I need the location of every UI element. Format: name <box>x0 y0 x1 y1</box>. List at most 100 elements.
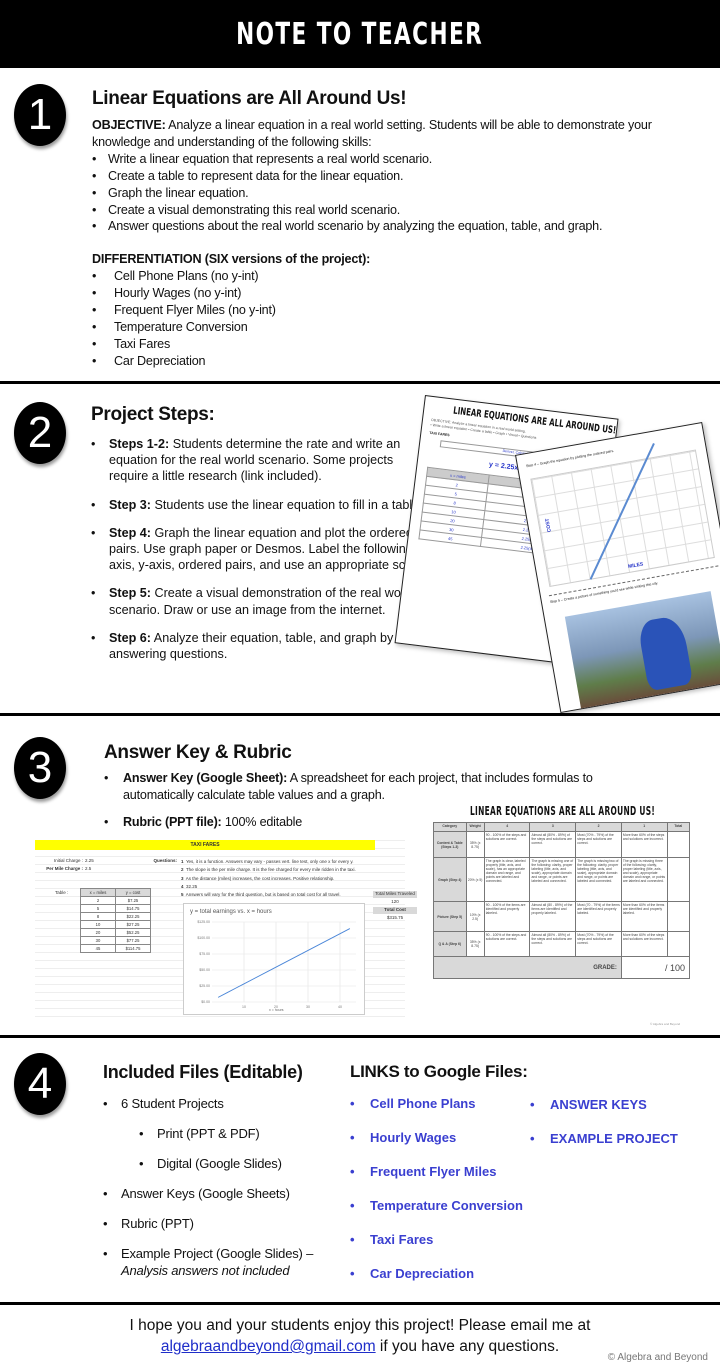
list-item: • Step 5: Create a visual demonstration o… <box>91 586 415 617</box>
table-cell: 10 <box>80 920 116 929</box>
list-item: • Cell Phone Plans (no y-int) <box>92 269 259 284</box>
link-cell-phone-plans[interactable]: • Cell Phone Plans <box>350 1096 523 1130</box>
link-hourly-wages[interactable]: • Hourly Wages <box>350 1130 523 1164</box>
footer-message: I hope you and your students enjoy this … <box>0 1315 720 1357</box>
project-preview-page2: Step 4 – Graph the equation by plotting … <box>515 422 720 714</box>
section-divider <box>0 1302 720 1305</box>
table-cell: $77.25 <box>115 936 151 945</box>
table-header: y = cost <box>115 888 151 897</box>
rubric-grade-row: GRADE: / 100 <box>433 956 691 979</box>
total-miles-label: Total Miles Traveled <box>373 891 417 898</box>
section3-title: Answer Key & Rubric <box>104 742 292 763</box>
step-text: Create a visual demonstration of the rea… <box>109 586 415 617</box>
header-banner: NOTE TO TEACHER <box>0 0 720 68</box>
list-item: • Rubric (PPT) <box>103 1216 194 1231</box>
rubric-header-row: Category Weight 4 3 2 1 Total <box>433 822 691 832</box>
section-divider <box>0 1035 720 1038</box>
link-car-depreciation[interactable]: • Car Depreciation <box>350 1266 523 1300</box>
step-label: Steps 1-2: <box>109 437 170 451</box>
objective-paragraph: OBJECTIVE: Analyze a linear equation in … <box>92 117 692 151</box>
table-cell: 2 <box>80 896 116 905</box>
section-number-badge: 3 <box>14 737 66 799</box>
footer-line2: if you have any questions. <box>375 1338 560 1355</box>
sheet-chart: y = total earnings vs. x = hours $0.00 $2… <box>183 903 365 1015</box>
list-item: • Car Depreciation <box>92 353 206 368</box>
links-title: LINKS to Google Files: <box>350 1062 528 1081</box>
step-label: Step 3: <box>109 497 151 512</box>
sheet-title: TAXI FARES <box>35 840 375 850</box>
table-row: 30 $77.25 <box>80 936 151 945</box>
list-item: • Step 6: Analyze their equation, table, … <box>91 630 394 662</box>
link-answer-keys[interactable]: • ANSWER KEYS <box>530 1097 678 1131</box>
answer-key-spreadsheet: TAXI FARES Initial Charge : 2.25 Per Mil… <box>35 840 417 1020</box>
link-taxi-fares[interactable]: • Taxi Fares <box>350 1232 523 1266</box>
objective-text: Analyze a linear equation in a real worl… <box>92 118 652 149</box>
initial-charge-label: Initial Charge : <box>53 858 83 863</box>
rubric-header: Total <box>666 822 691 832</box>
table-label: Table : <box>55 890 69 895</box>
steps-list: • Steps 1-2: Students determine the rate … <box>91 436 431 674</box>
example-note: Analysis answers not included <box>121 1262 290 1278</box>
answer-item: 2 The slope is the per mile charge. It i… <box>181 867 356 873</box>
section-number-badge: 4 <box>14 1053 66 1115</box>
rubric-header: 2 <box>575 822 622 832</box>
list-item: • 6 Student Projects <box>103 1096 224 1111</box>
list-item: • Frequent Flyer Miles (no y-int) <box>92 303 276 318</box>
skill-text: Create a visual demonstrating this real … <box>108 202 401 217</box>
section-number-badge: 2 <box>14 402 66 464</box>
rubric-header: 3 <box>529 822 577 832</box>
table-cell: 8 <box>80 912 116 921</box>
answer-item: 1 Yes, it is a function. Answers may var… <box>181 859 354 864</box>
section-number-badge: 1 <box>14 84 66 146</box>
step-text: Students use the linear equation to fill… <box>151 497 423 512</box>
link-example-project[interactable]: • EXAMPLE PROJECT <box>530 1131 678 1165</box>
list-item: • Answer Keys (Google Sheets) <box>103 1186 290 1201</box>
answer-item: 5 Answers will vary for the third questi… <box>181 892 341 898</box>
link-temperature-conversion[interactable]: • Temperature Conversion <box>350 1198 523 1232</box>
questions-label: Questions: <box>153 858 177 863</box>
table-cell: $14.75 <box>115 904 151 913</box>
bear-icon <box>636 614 694 692</box>
email-link[interactable]: algebraandbeyond@gmail.com <box>161 1338 376 1355</box>
rubric-header: 4 <box>483 822 531 832</box>
rubric-row: Content & Table (Steps 1-3) 35% (x 8.75) … <box>433 831 691 858</box>
rubric-header: Weight <box>465 822 485 832</box>
chart-series-line <box>217 928 351 998</box>
total-miles-value: 120 <box>391 899 399 904</box>
list-item: • Create a table to represent data for th… <box>92 168 404 183</box>
item-label: Rubric (PPT file): <box>123 814 222 829</box>
chart-ytick: $75.00 <box>199 952 210 956</box>
version-text: Cell Phone Plans (no y-int) <box>114 269 259 284</box>
copyright: © Algebra and Beyond <box>607 1352 708 1363</box>
section-divider <box>0 381 720 384</box>
preview-xlabel: MILES <box>627 561 644 571</box>
list-item: • Taxi Fares <box>92 336 171 351</box>
answer-item: 3 As the distance (miles) increases, the… <box>181 875 335 881</box>
link-frequent-flyer-miles[interactable]: • Frequent Flyer Miles <box>350 1164 523 1198</box>
skill-text: Answer questions about the real world sc… <box>108 219 603 234</box>
table-cell: 5 <box>80 904 116 913</box>
skills-list: • Write a linear equation that represents… <box>92 151 692 236</box>
rubric-header: 1 <box>620 822 668 832</box>
item-text: 100% editable <box>221 814 303 829</box>
section-divider <box>0 713 720 716</box>
answer-item: 4 32.25 <box>181 883 198 889</box>
list-item: • Step 3: Students use the linear equatio… <box>91 497 423 512</box>
step-label: Step 6: <box>109 630 151 645</box>
table-row: 8 $22.25 <box>80 912 151 921</box>
answers-list: 1 Yes, it is a function. Answers may var… <box>181 858 381 899</box>
list-item: • Example Project (Google Slides) – Analys… <box>103 1246 314 1278</box>
rubric-row: Graph (Step 4) 20% (x 5) The graph is cle… <box>433 857 691 902</box>
list-item: • Answer Key (Google Sheet): A spreadshee… <box>104 771 593 802</box>
links-list-right: • ANSWER KEYS • EXAMPLE PROJECT <box>530 1097 678 1165</box>
table-cell: $27.25 <box>115 920 151 929</box>
skill-text: Create a table to represent data for the… <box>108 168 404 183</box>
list-item: • Temperature Conversion <box>92 319 248 334</box>
version-text: Car Depreciation <box>114 353 206 368</box>
total-cost-label: Total Cost <box>373 907 417 914</box>
chart-xtick: 40 <box>338 1005 342 1009</box>
step-text: Graph the linear equation and plot the o… <box>109 525 431 573</box>
chart-ytick: $25.00 <box>199 984 210 988</box>
section1-title: Linear Equations are All Around Us! <box>92 88 407 109</box>
versions-list: • Cell Phone Plans (no y-int) • Hourly Wag… <box>92 268 692 369</box>
